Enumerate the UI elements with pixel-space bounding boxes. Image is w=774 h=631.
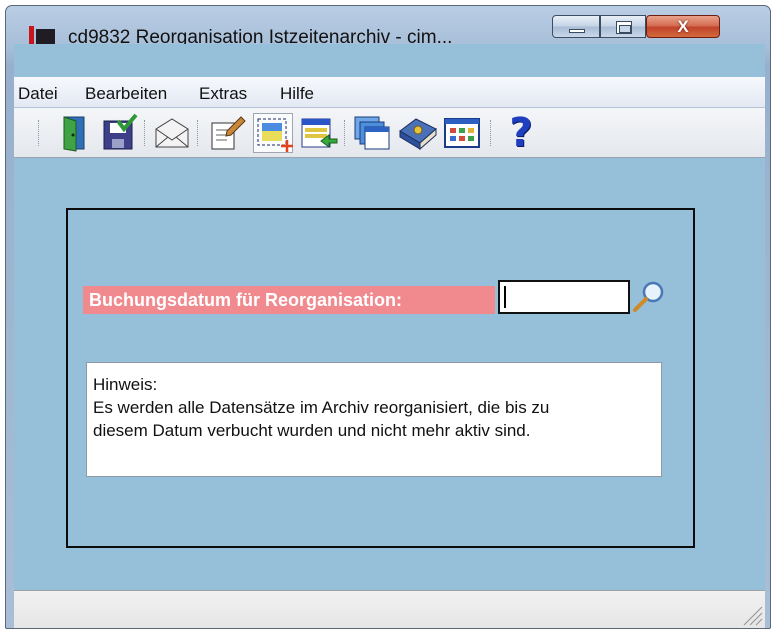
grid-button[interactable] xyxy=(442,113,482,153)
mail-icon xyxy=(155,118,189,148)
status-bar xyxy=(14,590,765,628)
toolbar: ? xyxy=(14,108,765,158)
book-icon xyxy=(399,118,437,151)
hint-line: Es werden alle Datensätze im Archiv reor… xyxy=(93,398,550,417)
menu-bar: Datei Bearbeiten Extras Hilfe xyxy=(14,77,765,108)
text-caret xyxy=(504,286,506,308)
import-button[interactable] xyxy=(299,113,339,153)
maximize-icon xyxy=(616,21,632,34)
hint-title: Hinweis: xyxy=(93,375,158,394)
menu-extras[interactable]: Extras xyxy=(199,84,247,104)
windows-button[interactable] xyxy=(352,113,392,153)
resize-grip-icon[interactable] xyxy=(741,604,763,626)
close-icon: X xyxy=(677,17,689,36)
reorg-panel: Buchungsdatum für Reorganisation: Hinwei… xyxy=(66,208,695,548)
maximize-button[interactable] xyxy=(600,15,646,38)
import-icon xyxy=(301,118,338,148)
toolbar-grip[interactable] xyxy=(38,120,41,146)
new-record-button[interactable] xyxy=(253,113,293,153)
menu-bearbeiten[interactable]: Bearbeiten xyxy=(85,84,167,104)
exit-button[interactable] xyxy=(54,113,94,153)
book-button[interactable] xyxy=(398,113,438,153)
date-label: Buchungsdatum für Reorganisation: xyxy=(83,286,495,314)
minimize-icon xyxy=(569,29,585,33)
toolbar-separator xyxy=(144,120,147,146)
date-lookup-button[interactable] xyxy=(629,279,667,315)
menu-datei[interactable]: Datei xyxy=(18,84,58,104)
edit-button[interactable] xyxy=(207,113,247,153)
date-input[interactable] xyxy=(498,280,630,314)
client-area: Datei Bearbeiten Extras Hilfe ? Buchungs… xyxy=(14,44,765,628)
grid-icon xyxy=(444,118,480,148)
menu-hilfe[interactable]: Hilfe xyxy=(280,84,314,104)
mail-button[interactable] xyxy=(152,113,192,153)
save-button[interactable] xyxy=(100,113,140,153)
toolbar-separator xyxy=(197,120,200,146)
hint-box: Hinweis: Es werden alle Datensätze im Ar… xyxy=(86,362,662,477)
toolbar-separator xyxy=(490,120,493,146)
close-button[interactable]: X xyxy=(646,15,720,38)
help-button[interactable]: ? xyxy=(498,113,544,153)
hint-line: diesem Datum verbucht wurden und nicht m… xyxy=(93,421,531,440)
toolbar-separator xyxy=(344,120,347,146)
edit-icon xyxy=(211,116,246,150)
save-icon xyxy=(103,113,138,150)
title-bar[interactable]: cd9832 Reorganisation Istzeitenarchiv - … xyxy=(6,6,770,52)
exit-door-icon xyxy=(63,116,85,152)
new-record-icon xyxy=(257,118,293,152)
magnifier-icon xyxy=(633,281,664,312)
windows-icon xyxy=(354,116,390,150)
minimize-button[interactable] xyxy=(552,15,600,38)
app-window: cd9832 Reorganisation Istzeitenarchiv - … xyxy=(5,5,771,629)
help-icon: ? xyxy=(509,110,533,156)
